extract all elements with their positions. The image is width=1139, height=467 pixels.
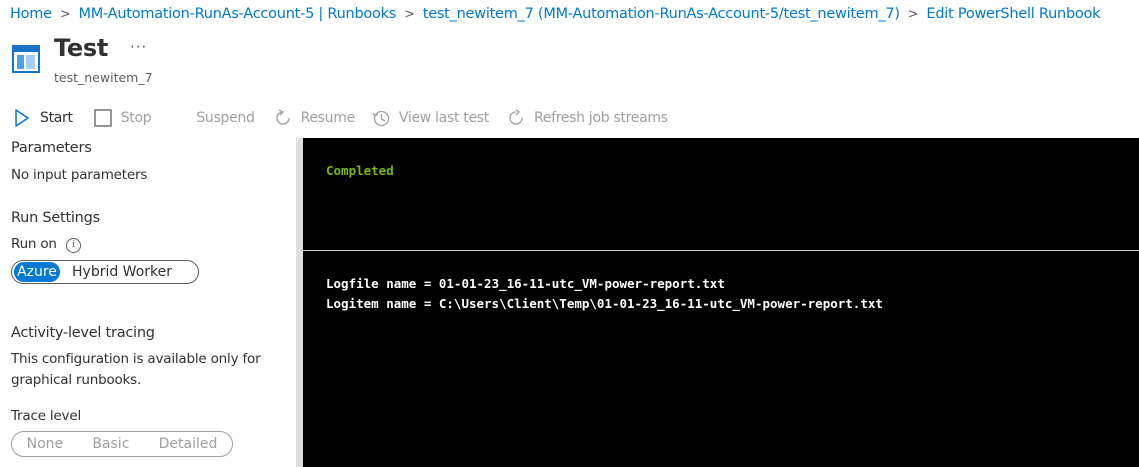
refresh-icon bbox=[506, 108, 526, 128]
run-on-azure-option[interactable]: Azure bbox=[14, 262, 60, 282]
chevron-right-icon: > bbox=[404, 6, 415, 22]
history-icon bbox=[371, 108, 391, 128]
parameters-text: No input parameters bbox=[11, 167, 148, 183]
play-icon bbox=[12, 108, 32, 128]
trace-level-basic-option[interactable]: Basic bbox=[92, 436, 129, 452]
resume-label: Resume bbox=[300, 110, 356, 126]
breadcrumb: Home > MM-Automation-RunAs-Account-5 | R… bbox=[10, 4, 1101, 24]
output-line: Logfile name = 01-01-23_16-11-utc_VM-pow… bbox=[326, 276, 725, 291]
tracing-heading: Activity-level tracing bbox=[11, 325, 155, 341]
start-label: Start bbox=[40, 110, 73, 126]
output-line: Logitem name = C:\Users\Client\Temp\01-0… bbox=[326, 296, 883, 311]
more-options-icon[interactable]: ··· bbox=[130, 38, 147, 56]
trace-level-none-option[interactable]: None bbox=[27, 436, 64, 452]
test-pane-icon bbox=[12, 45, 40, 73]
view-last-test-button[interactable]: View last test bbox=[371, 108, 489, 128]
suspend-button[interactable]: Suspend bbox=[196, 110, 255, 126]
parameters-heading: Parameters bbox=[11, 140, 92, 156]
run-on-label-row: Run on i bbox=[11, 234, 81, 255]
command-bar: Start Stop Suspend Resume View last test… bbox=[12, 106, 668, 130]
trace-level-label: Trace level bbox=[11, 408, 82, 424]
page-subtitle: test_newitem_7 bbox=[54, 70, 153, 85]
run-on-hybrid-worker-option[interactable]: Hybrid Worker bbox=[60, 262, 184, 282]
page-title: Test bbox=[54, 34, 109, 62]
stop-icon bbox=[93, 108, 113, 128]
breadcrumb-edit-runbook[interactable]: Edit PowerShell Runbook bbox=[926, 6, 1100, 22]
trace-level-detailed-option[interactable]: Detailed bbox=[159, 436, 218, 452]
breadcrumb-runbooks[interactable]: MM-Automation-RunAs-Account-5 | Runbooks bbox=[78, 6, 396, 22]
resume-button[interactable]: Resume bbox=[273, 108, 355, 128]
job-status-text: Completed bbox=[326, 163, 394, 178]
refresh-label: Refresh job streams bbox=[533, 110, 668, 126]
suspend-label: Suspend bbox=[196, 110, 255, 126]
pane-splitter[interactable] bbox=[296, 138, 303, 467]
start-button[interactable]: Start bbox=[12, 108, 73, 128]
chevron-right-icon: > bbox=[907, 6, 919, 22]
resume-icon bbox=[273, 108, 293, 128]
tracing-text-line-2: graphical runbooks. bbox=[11, 372, 142, 388]
refresh-job-streams-button[interactable]: Refresh job streams bbox=[506, 108, 668, 128]
breadcrumb-home[interactable]: Home bbox=[10, 6, 52, 22]
run-on-label: Run on bbox=[11, 236, 57, 252]
trace-level-toggle: None Basic Detailed bbox=[11, 431, 233, 457]
info-icon[interactable]: i bbox=[65, 238, 81, 253]
job-status-console: Completed bbox=[303, 138, 1139, 250]
run-on-toggle: Azure Hybrid Worker bbox=[11, 260, 199, 284]
chevron-right-icon: > bbox=[59, 6, 71, 22]
run-settings-heading: Run Settings bbox=[11, 210, 100, 226]
job-output-console: Logfile name = 01-01-23_16-11-utc_VM-pow… bbox=[303, 251, 1139, 467]
stop-button[interactable]: Stop bbox=[93, 108, 152, 128]
tracing-text-line-1: This configuration is available only for bbox=[11, 351, 261, 367]
breadcrumb-runbook[interactable]: test_newitem_7 (MM-Automation-RunAs-Acco… bbox=[423, 6, 900, 22]
view-last-test-label: View last test bbox=[398, 110, 489, 126]
stop-label: Stop bbox=[120, 110, 152, 126]
